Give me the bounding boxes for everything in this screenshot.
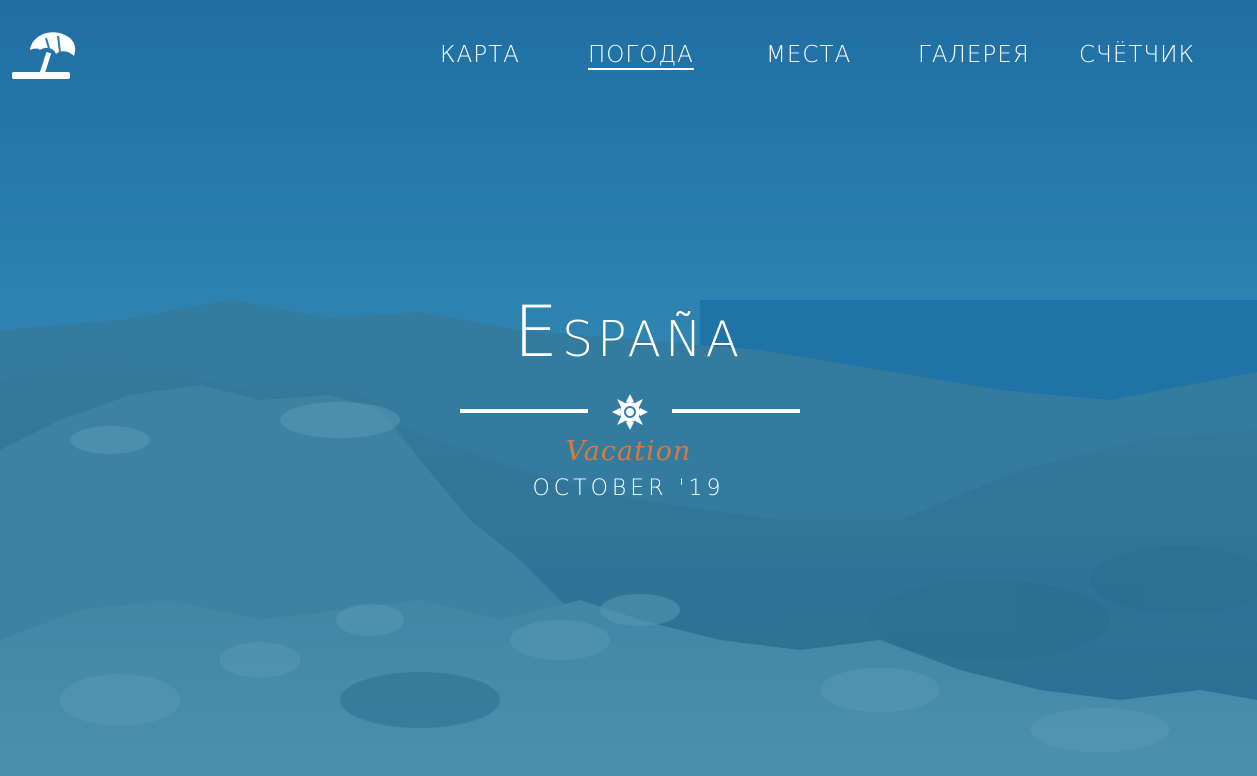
nav-item-weather[interactable]: ПОГОДА xyxy=(588,40,694,70)
hero-section: КАРТА ПОГОДА МЕСТА ГАЛЕРЕЯ СЧЁТЧИК Españ… xyxy=(0,0,1257,776)
divider-right xyxy=(672,409,800,413)
sun-icon xyxy=(612,394,648,430)
nav-item-gallery[interactable]: ГАЛЕРЕЯ xyxy=(918,40,1030,70)
hero-date: OCTOBER '19 xyxy=(532,476,725,501)
mountain-landscape-background xyxy=(0,0,1257,776)
nav-item-counter[interactable]: СЧЁТЧИК xyxy=(1079,40,1195,70)
hero-subtitle: Vacation xyxy=(565,436,692,467)
divider-left xyxy=(460,409,588,413)
hero-title: España xyxy=(513,291,744,373)
nav-item-places[interactable]: МЕСТА xyxy=(766,40,851,70)
main-navigation: КАРТА ПОГОДА МЕСТА ГАЛЕРЕЯ СЧЁТЧИК xyxy=(0,40,1257,72)
nav-item-map[interactable]: КАРТА xyxy=(440,40,520,70)
